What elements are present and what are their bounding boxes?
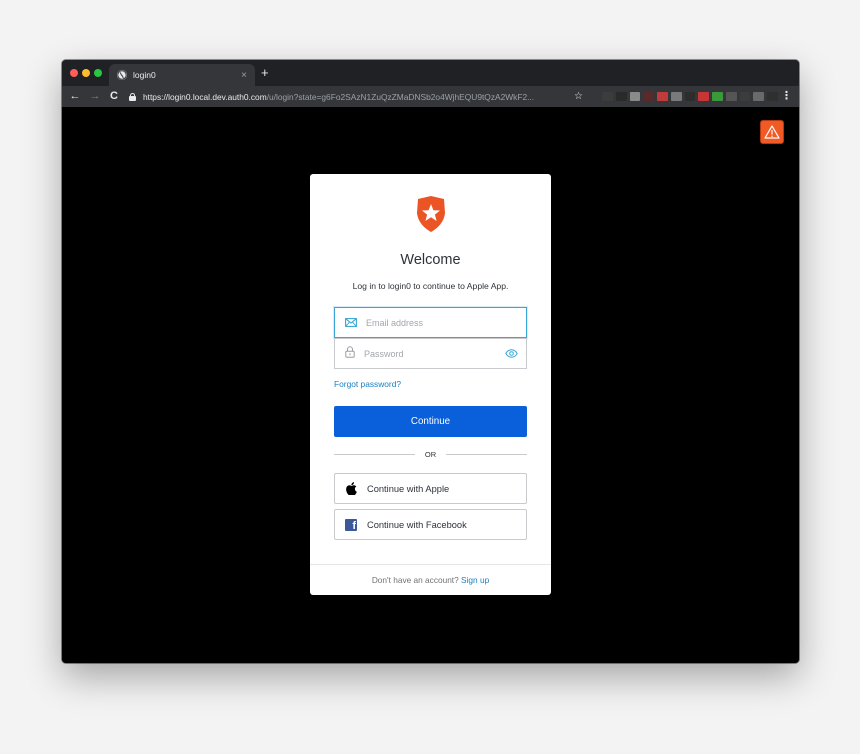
facebook-button-label: Continue with Facebook (367, 519, 467, 530)
or-divider: OR (334, 449, 527, 459)
extension-icon[interactable] (712, 92, 723, 101)
divider-line (446, 453, 527, 455)
apple-icon (345, 482, 357, 495)
signup-link[interactable]: Sign up (461, 575, 489, 585)
lock-icon (345, 345, 355, 363)
forward-button[interactable]: → (88, 88, 102, 105)
extension-icon[interactable] (615, 92, 627, 101)
url-host: https://login0.local.dev.auth0.com (143, 91, 267, 102)
extension-icon[interactable] (739, 92, 751, 101)
continue-with-apple-button[interactable]: Continue with Apple (334, 473, 527, 504)
address-bar[interactable]: https://login0.local.dev.auth0.com/u/log… (129, 88, 589, 105)
forgot-password-link[interactable]: Forgot password? (334, 379, 401, 389)
password-field[interactable] (334, 338, 527, 369)
continue-button[interactable]: Continue (334, 406, 527, 437)
auth0-shield-icon (414, 195, 448, 233)
extension-icon[interactable] (657, 92, 668, 101)
maximize-window-button[interactable] (94, 69, 102, 77)
browser-titlebar: login0 × + (62, 60, 799, 86)
extensions-area (602, 91, 778, 102)
extension-icon[interactable] (753, 92, 765, 101)
page-viewport: Welcome Log in to login0 to continue to … (62, 107, 799, 663)
extension-icon[interactable] (767, 92, 778, 101)
back-button[interactable]: ← (68, 88, 82, 105)
url-path: /u/login?state=g6Fo2SAzN1ZuQzZMaDNSb2o4W… (266, 91, 535, 102)
apple-button-label: Continue with Apple (367, 483, 450, 494)
new-tab-button[interactable]: + (261, 66, 269, 80)
browser-window: login0 × + ← → C https://login0.local.de… (62, 60, 799, 663)
login-subtitle: Log in to login0 to continue to Apple Ap… (352, 281, 509, 291)
login-card: Welcome Log in to login0 to continue to … (310, 174, 551, 595)
extension-icon[interactable] (643, 92, 655, 101)
signup-prompt: Don't have an account? (371, 575, 459, 585)
password-input[interactable] (364, 348, 500, 359)
extension-icon[interactable] (670, 92, 682, 101)
continue-with-facebook-button[interactable]: f Continue with Facebook (334, 509, 527, 540)
tab-title: login0 (133, 70, 156, 80)
browser-menu-icon[interactable]: ⋮ (781, 88, 792, 105)
tab-close-icon[interactable]: × (241, 70, 247, 81)
eye-icon[interactable] (500, 349, 522, 358)
reload-button[interactable]: C (107, 88, 121, 105)
extension-icon[interactable] (684, 92, 696, 101)
lock-icon (129, 92, 136, 101)
divider-line (334, 453, 415, 455)
email-input[interactable] (366, 317, 526, 328)
page-title: Welcome (400, 252, 461, 268)
signup-footer: Don't have an account? Sign up (310, 575, 551, 585)
globe-icon (117, 70, 127, 80)
facebook-icon: f (345, 518, 357, 531)
footer-divider (310, 564, 551, 565)
warning-icon[interactable] (760, 120, 784, 144)
browser-tab[interactable]: login0 × (109, 64, 255, 86)
divider-label: OR (424, 449, 437, 459)
close-window-button[interactable] (70, 69, 78, 77)
extension-icon[interactable] (698, 92, 710, 101)
minimize-window-button[interactable] (82, 69, 90, 77)
extension-icon[interactable] (725, 92, 737, 101)
envelope-icon (345, 314, 357, 332)
email-field[interactable] (334, 307, 527, 338)
extension-icon[interactable] (629, 92, 641, 101)
browser-toolbar: ← → C https://login0.local.dev.auth0.com… (62, 86, 799, 107)
extension-icon[interactable] (602, 92, 613, 101)
bookmark-star-icon[interactable]: ☆ (574, 88, 583, 105)
